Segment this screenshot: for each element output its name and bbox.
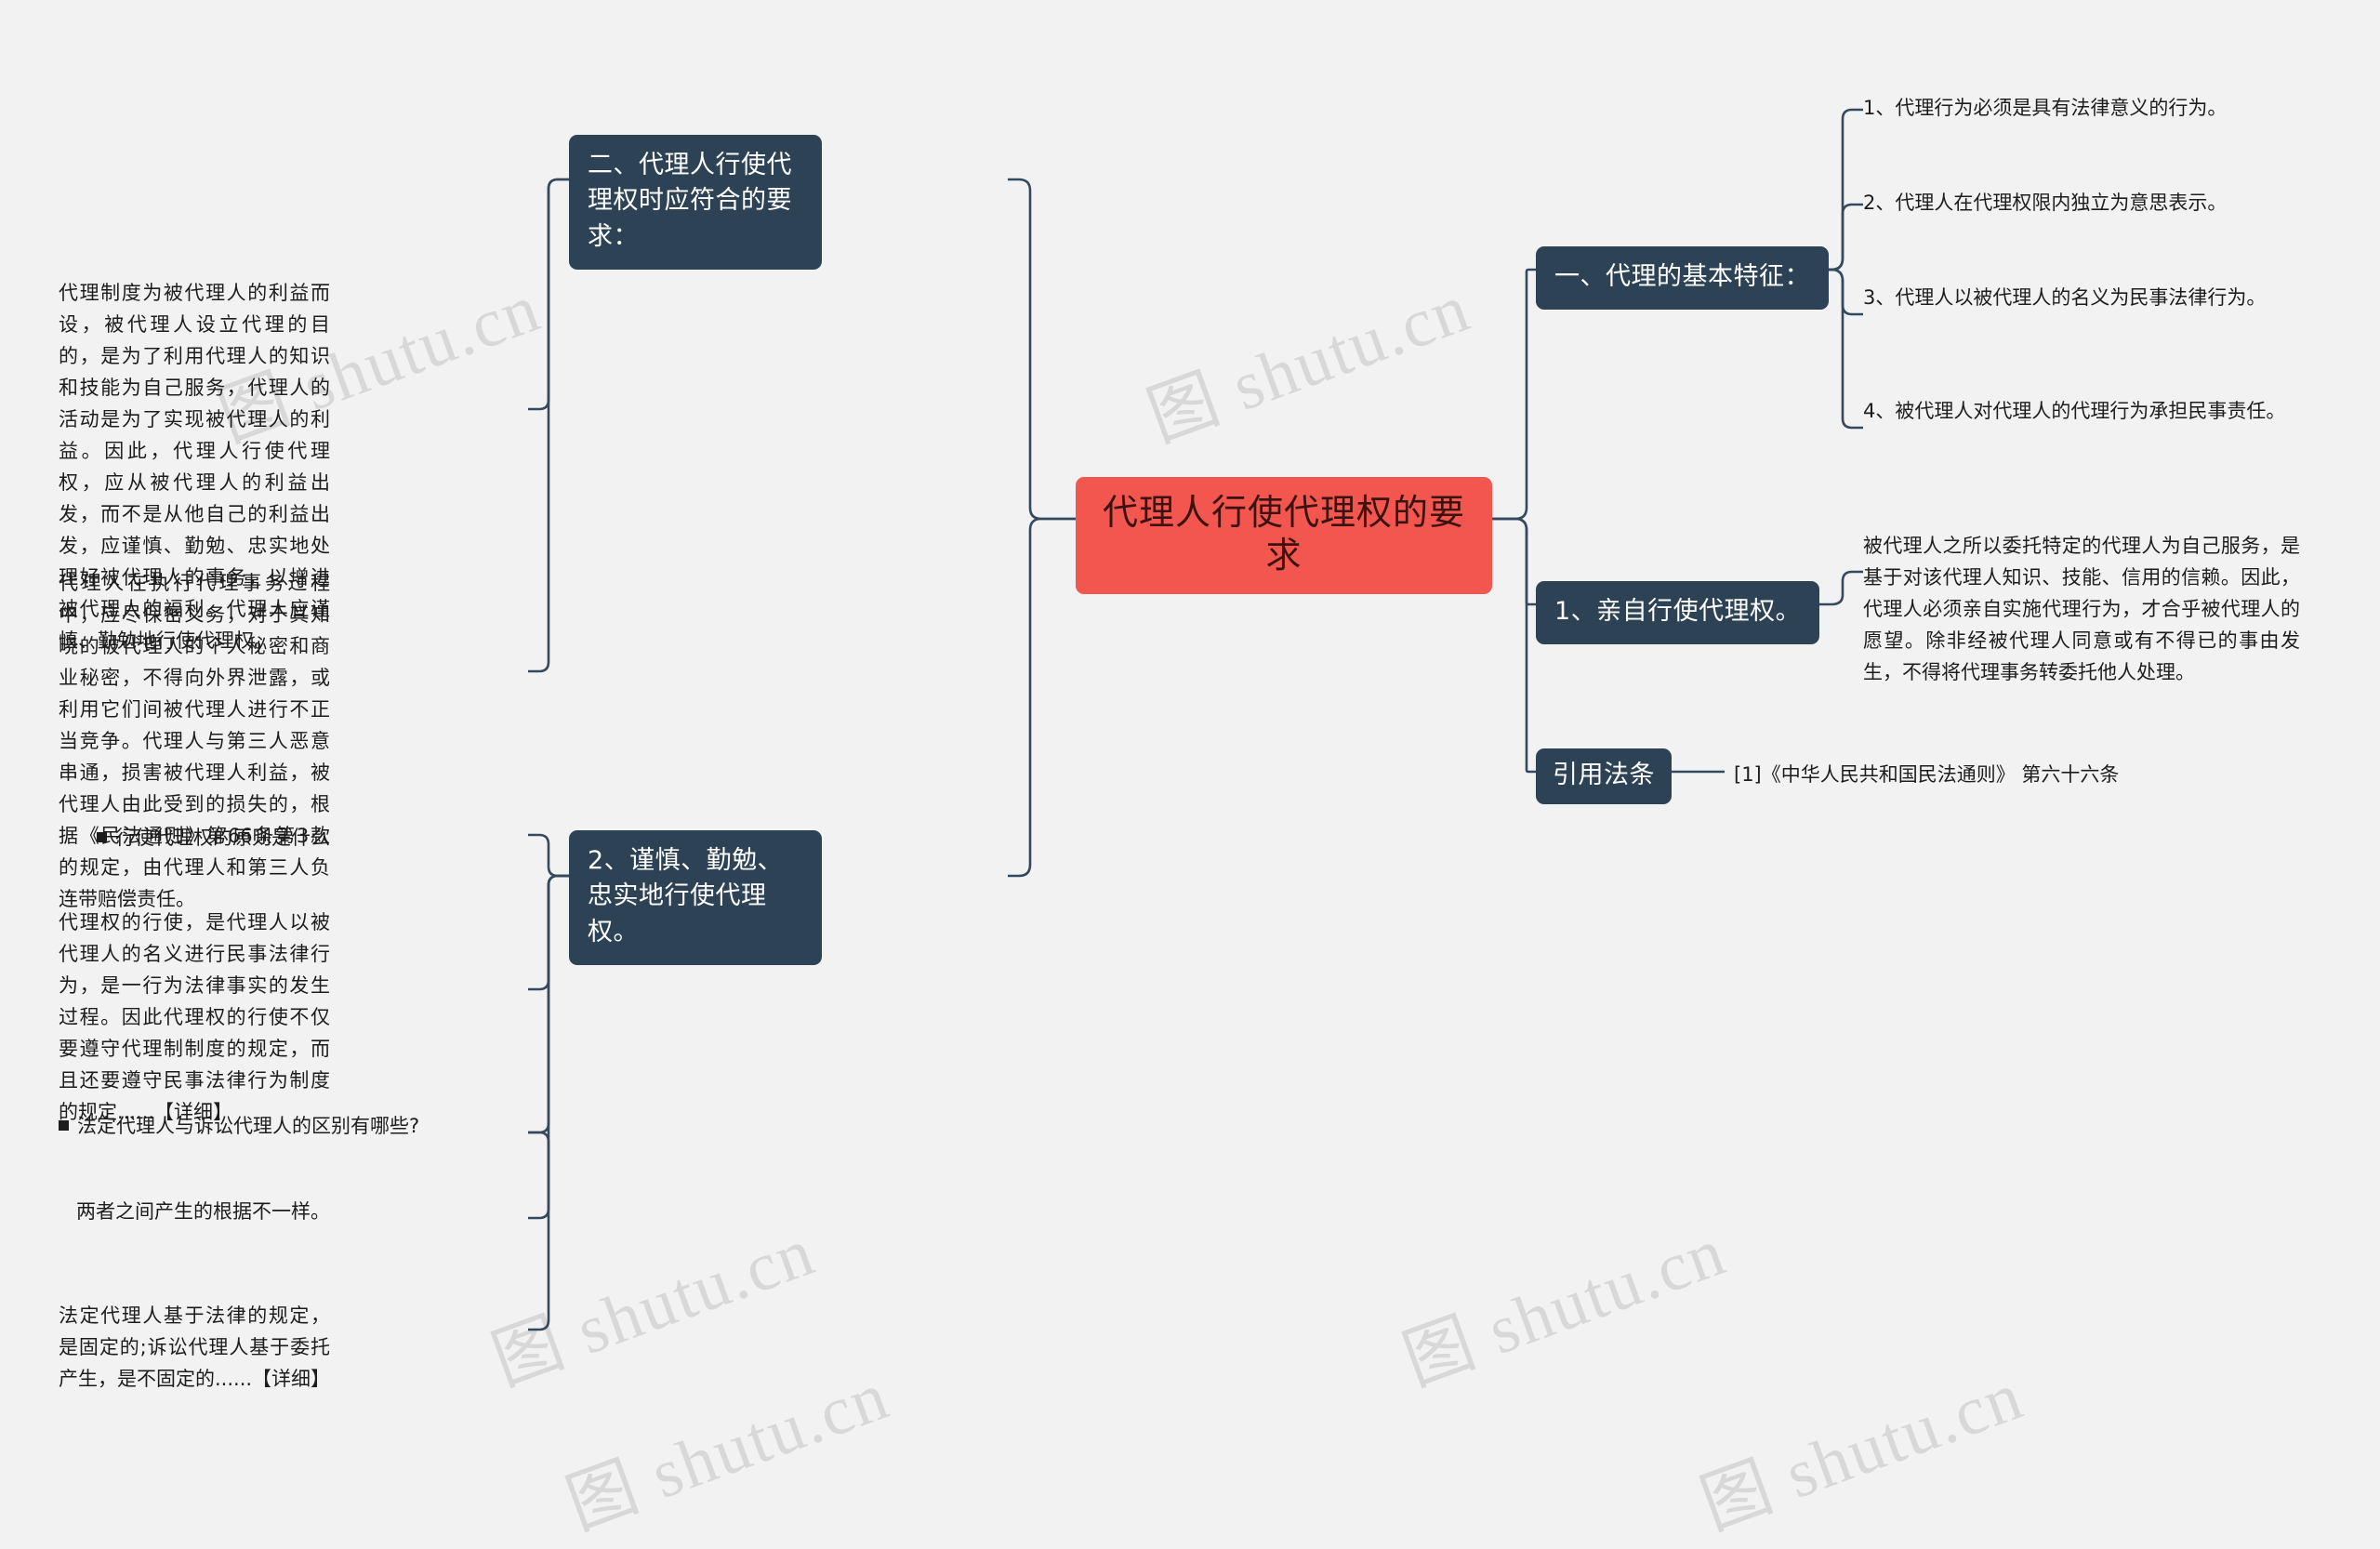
mindmap-canvas: 图 shutu.cn 图 shutu.cn 图 shutu.cn 图 shutu… — [0, 0, 2380, 1545]
watermark: 图 shutu.cn — [1137, 270, 1480, 457]
feature-item-4: 4、被代理人对代理人的代理行为承担民事责任。 — [1863, 396, 2300, 428]
left-second-heading-node[interactable]: 2、谨慎、勤勉、忠实地行使代理权。 — [569, 830, 822, 965]
watermark: 图 shutu.cn — [1393, 1213, 1736, 1401]
connector-lines — [528, 108, 1863, 1331]
law-reference-label: 引用法条 — [1536, 748, 1672, 805]
watermark: 图 shutu.cn — [1690, 1357, 2033, 1545]
left-answer-2-lead-text: 两者之间产生的根据不一样。 — [76, 1200, 330, 1223]
left-second-heading-label: 2、谨慎、勤勉、忠实地行使代理权。 — [569, 830, 822, 965]
feature-item-3-text: 3、代理人以被代理人的名义为民事法律行为。 — [1863, 286, 2267, 309]
left-heading-node[interactable]: 二、代理人行使代理权时应符合的要求： — [569, 135, 822, 270]
feature-item-2: 2、代理人在代理权限内独立为意思表示。 — [1863, 188, 2300, 219]
left-question-1-label: 行使代理权的原则是什么 — [115, 827, 330, 849]
personal-exercise-node[interactable]: 1、亲自行使代理权。 — [1536, 581, 1820, 645]
law-reference-item-text: [1]《中华人民共和国民法通则》 第六十六条 — [1734, 763, 2120, 786]
left-question-2-label: 法定代理人与诉讼代理人的区别有哪些? — [77, 1115, 420, 1137]
watermark: 图 shutu.cn — [482, 1213, 825, 1401]
personal-exercise-body: 被代理人之所以委托特定的代理人为自己服务，是基于对该代理人知识、技能、信用的信赖… — [1863, 530, 2300, 688]
personal-exercise-body-text: 被代理人之所以委托特定的代理人为自己服务，是基于对该代理人知识、技能、信用的信赖… — [1863, 535, 2300, 684]
root-node[interactable]: 代理人行使代理权的要求 — [1076, 477, 1492, 595]
law-reference-item: [1]《中华人民共和国民法通则》 第六十六条 — [1734, 761, 2119, 790]
feature-item-1-text: 1、代理行为必须是具有法律意义的行为。 — [1863, 97, 2228, 119]
left-answer-2-text: 法定代理人基于法律的规定，是固定的;诉讼代理人基于委托产生，是不固定的.....… — [59, 1304, 331, 1391]
left-heading-label: 二、代理人行使代理权时应符合的要求： — [569, 135, 822, 270]
left-answer-2-lead: 两者之间产生的根据不一样。 — [59, 1198, 330, 1227]
left-question-1-row: 行使代理权的原则是什么 — [59, 824, 330, 854]
left-question-2-row: 法定代理人与诉讼代理人的区别有哪些? — [59, 1112, 419, 1142]
left-question-2[interactable]: 法定代理人与诉讼代理人的区别有哪些? — [59, 1112, 419, 1142]
left-paragraph-2: 代理人在执行代理事务过程中，应尽保密义务，对于其知晓的被代理人的个人秘密和商业秘… — [59, 567, 330, 915]
left-paragraph-2-text: 代理人在执行代理事务过程中，应尽保密义务，对于其知晓的被代理人的个人秘密和商业秘… — [59, 572, 330, 911]
bullet-square-icon — [97, 832, 107, 842]
left-answer-1-text: 代理权的行使，是代理人以被代理人的名义进行民事法律行为，是一行为法律事实的发生过… — [59, 911, 330, 1124]
right-heading-node[interactable]: 一、代理的基本特征： — [1536, 246, 1829, 311]
personal-exercise-label: 1、亲自行使代理权。 — [1536, 581, 1820, 645]
feature-item-1: 1、代理行为必须是具有法律意义的行为。 — [1863, 93, 2300, 125]
left-answer-2: 法定代理人基于法律的规定，是固定的;诉讼代理人基于委托产生，是不固定的.....… — [59, 1300, 330, 1395]
feature-item-2-text: 2、代理人在代理权限内独立为意思表示。 — [1863, 192, 2228, 214]
watermark: 图 shutu.cn — [556, 1357, 899, 1545]
feature-item-3: 3、代理人以被代理人的名义为民事法律行为。 — [1863, 283, 2300, 314]
left-question-1[interactable]: 行使代理权的原则是什么 — [59, 824, 330, 854]
right-heading-label: 一、代理的基本特征： — [1536, 246, 1829, 311]
left-answer-1: 代理权的行使，是代理人以被代理人的名义进行民事法律行为，是一行为法律事实的发生过… — [59, 907, 330, 1128]
bullet-square-icon — [59, 1120, 69, 1131]
law-reference-node[interactable]: 引用法条 — [1536, 748, 1672, 805]
feature-item-4-text: 4、被代理人对代理人的代理行为承担民事责任。 — [1863, 400, 2286, 422]
root-node-label: 代理人行使代理权的要求 — [1076, 477, 1492, 595]
